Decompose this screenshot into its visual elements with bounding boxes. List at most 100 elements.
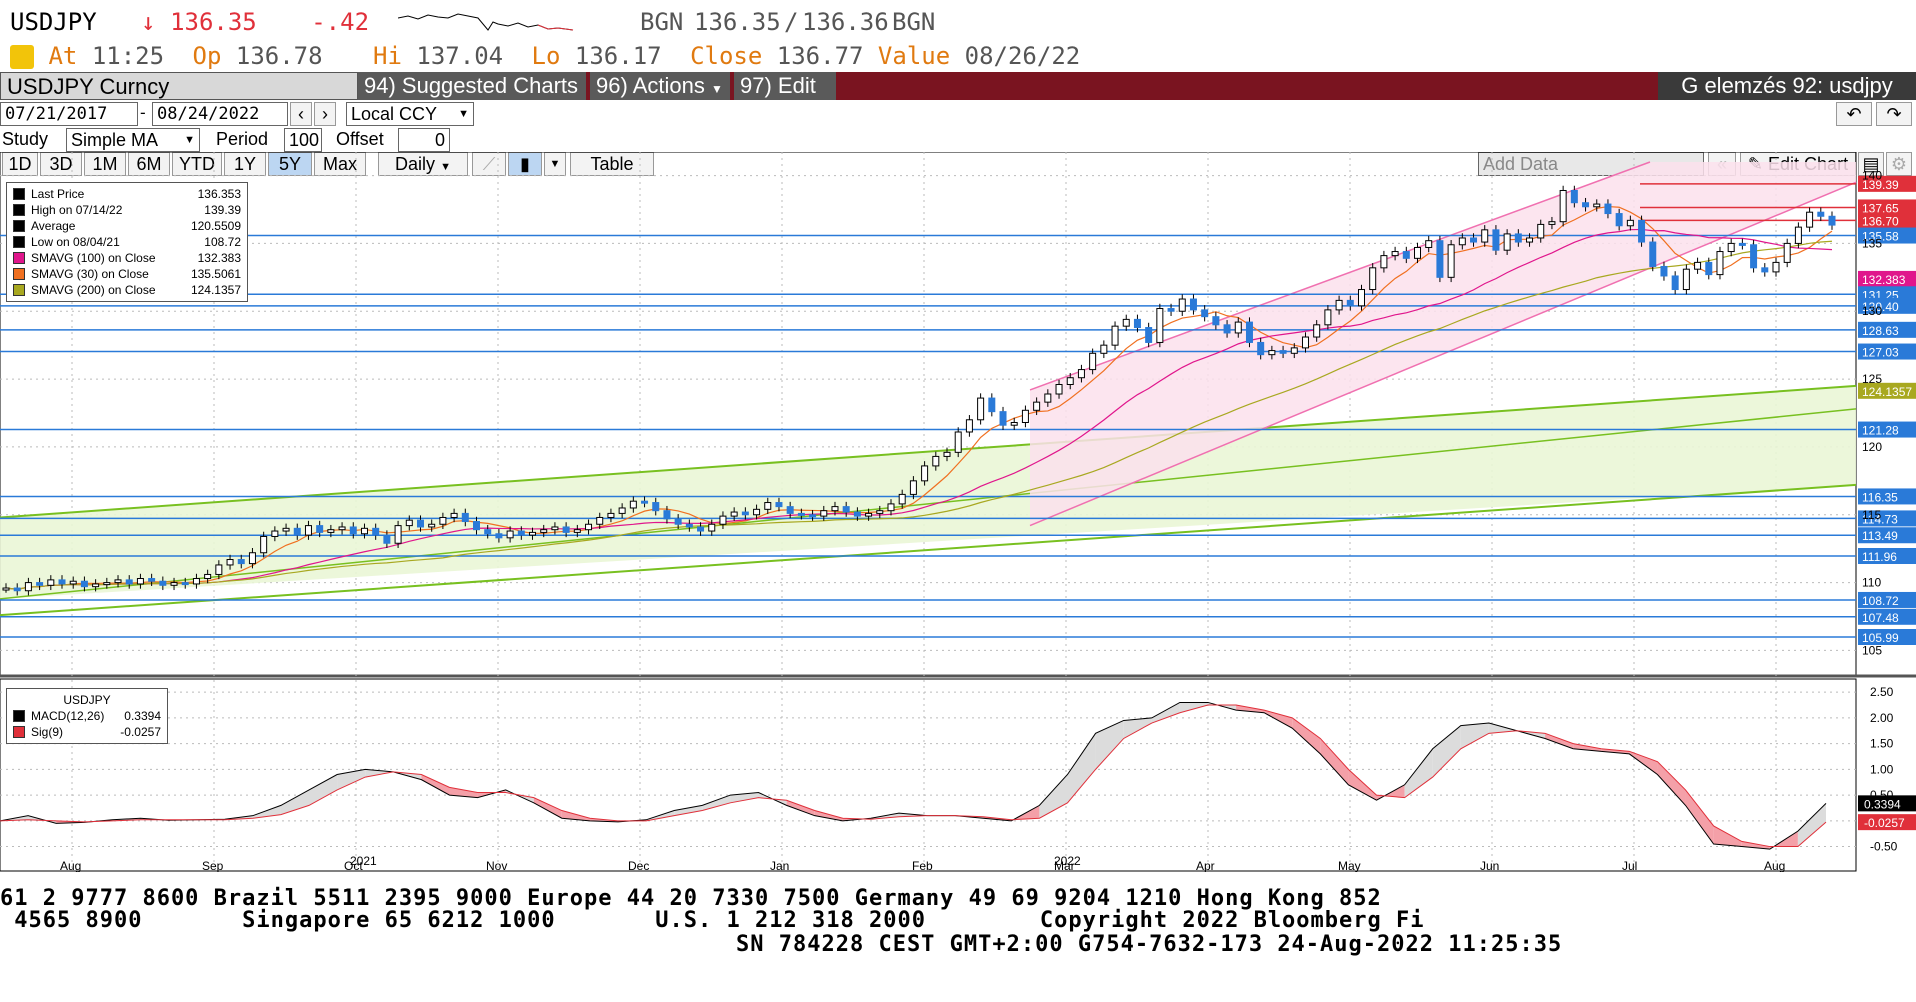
- candle-body: [1156, 308, 1164, 343]
- macd-tag-label: 0.3394: [1864, 797, 1901, 811]
- date-dash: -: [140, 103, 146, 122]
- offset-field[interactable]: 0: [398, 128, 450, 152]
- candle-body: [1582, 202, 1590, 208]
- period-field[interactable]: 100: [284, 128, 322, 152]
- candle-body: [932, 455, 940, 467]
- candle-body: [1772, 261, 1780, 273]
- candle-body: [237, 559, 245, 565]
- legend-item: Sig(9) -0.0257: [13, 724, 161, 740]
- legend-value: 0.3394: [124, 709, 161, 723]
- legend-swatch: [13, 252, 25, 264]
- candle-body: [1324, 309, 1332, 326]
- macd-line: [0, 701, 1827, 850]
- macd-fill: [1685, 789, 1714, 844]
- currency-select[interactable]: Local CCY ▼: [346, 102, 474, 126]
- candle-body: [439, 516, 447, 525]
- legend-value: 120.5509: [190, 219, 241, 233]
- macd-fill: [1039, 774, 1068, 819]
- study-select[interactable]: Simple MA ▼: [66, 128, 200, 152]
- macd-fill: [533, 797, 562, 819]
- candle-body: [562, 526, 570, 533]
- macd-fill: [1404, 748, 1433, 798]
- candle-body: [1055, 384, 1063, 395]
- candle-body: [517, 530, 525, 536]
- candle-body: [1077, 369, 1085, 379]
- candle-body: [80, 580, 88, 588]
- candle-body: [136, 578, 144, 585]
- actions-button[interactable]: 96) Actions ▼: [590, 72, 730, 100]
- candle-body: [450, 512, 458, 518]
- legend-item: MACD(12,26) 0.3394: [13, 708, 161, 724]
- y-tick-label: 140: [1862, 169, 1882, 183]
- end-date-field[interactable]: 08/24/2022: [152, 102, 288, 126]
- macd-tag-label: -0.0257: [1864, 816, 1905, 830]
- ask-source: BGN: [892, 8, 936, 36]
- candle-body: [1638, 219, 1646, 243]
- candle-body: [484, 529, 492, 535]
- candle-body: [1189, 298, 1197, 311]
- footer-phones-2: 4565 8900 Singapore 65 6212 1000 U.S. 1 …: [0, 908, 1425, 933]
- candle-body: [999, 411, 1007, 426]
- candle-body: [473, 521, 481, 531]
- lo-label: Lo: [531, 42, 561, 70]
- candle-body: [1626, 219, 1634, 227]
- period-label: Period: [216, 129, 269, 149]
- candle-body: [215, 564, 223, 575]
- candle-body: [1593, 203, 1601, 208]
- edit-button[interactable]: 97) Edit ▼: [734, 72, 836, 124]
- candle-body: [506, 530, 514, 539]
- hi-value: 137.04: [416, 42, 504, 70]
- candle-body: [1066, 377, 1074, 386]
- down-arrow-icon: ↓: [141, 8, 156, 36]
- bid-source: BGN: [640, 8, 684, 36]
- redo-icon[interactable]: ↷: [1876, 102, 1912, 126]
- candle-body: [954, 431, 962, 453]
- candle-body: [192, 578, 200, 585]
- price-tag-label: 124.1357: [1862, 385, 1912, 399]
- y-tick-label: 120: [1862, 440, 1882, 454]
- macd-tick-label: 2.00: [1870, 711, 1894, 725]
- x-tick-label: Nov: [486, 859, 507, 872]
- candle-body: [1313, 324, 1321, 338]
- candle-body: [282, 527, 290, 532]
- next-range-button[interactable]: ›: [314, 102, 336, 126]
- legend-value: 108.72: [204, 235, 241, 249]
- y-tick-label: 135: [1862, 236, 1882, 250]
- legend-label: Average: [31, 219, 76, 233]
- candle-body: [607, 512, 615, 518]
- candle-body: [909, 480, 917, 495]
- change: -.42: [311, 8, 370, 36]
- undo-icon[interactable]: ↶: [1836, 102, 1872, 126]
- candle-body: [965, 419, 973, 433]
- candle-body: [1145, 327, 1153, 343]
- candle-body: [1537, 223, 1545, 239]
- candle-body: [1649, 241, 1657, 267]
- candle-body: [1458, 237, 1466, 246]
- quote-line: USDJPY ↓ 136.35 -.42 BGN 136.35 / 136.36…: [10, 8, 935, 44]
- candle-body: [103, 582, 111, 586]
- start-date-field[interactable]: 07/21/2017: [0, 102, 138, 126]
- security-field[interactable]: USDJPY Curncy: [0, 72, 358, 100]
- suggested-charts-button[interactable]: 94) Suggested Charts: [358, 72, 586, 100]
- candle-body: [685, 523, 693, 528]
- candle-body: [1682, 268, 1690, 291]
- candle-body: [1301, 336, 1309, 349]
- macd-title: USDJPY: [63, 693, 111, 707]
- price-tag-label: 121.28: [1862, 424, 1899, 438]
- candle-body: [629, 500, 637, 509]
- candle-body: [327, 529, 335, 533]
- candle-body: [204, 573, 212, 580]
- currency-value: Local CCY: [351, 104, 438, 124]
- prev-range-button[interactable]: ‹: [290, 102, 312, 126]
- last-price: 136.35: [170, 8, 257, 36]
- candle-body: [428, 523, 436, 528]
- candle-body: [1828, 215, 1836, 226]
- candle-body: [1279, 350, 1287, 354]
- legend-swatch: [13, 710, 25, 722]
- study-value: Simple MA: [71, 130, 159, 150]
- candle-body: [114, 579, 122, 584]
- candle-body: [1010, 421, 1018, 426]
- candle-body: [1694, 261, 1702, 270]
- study-label: Study: [2, 129, 49, 149]
- candle-body: [865, 512, 873, 517]
